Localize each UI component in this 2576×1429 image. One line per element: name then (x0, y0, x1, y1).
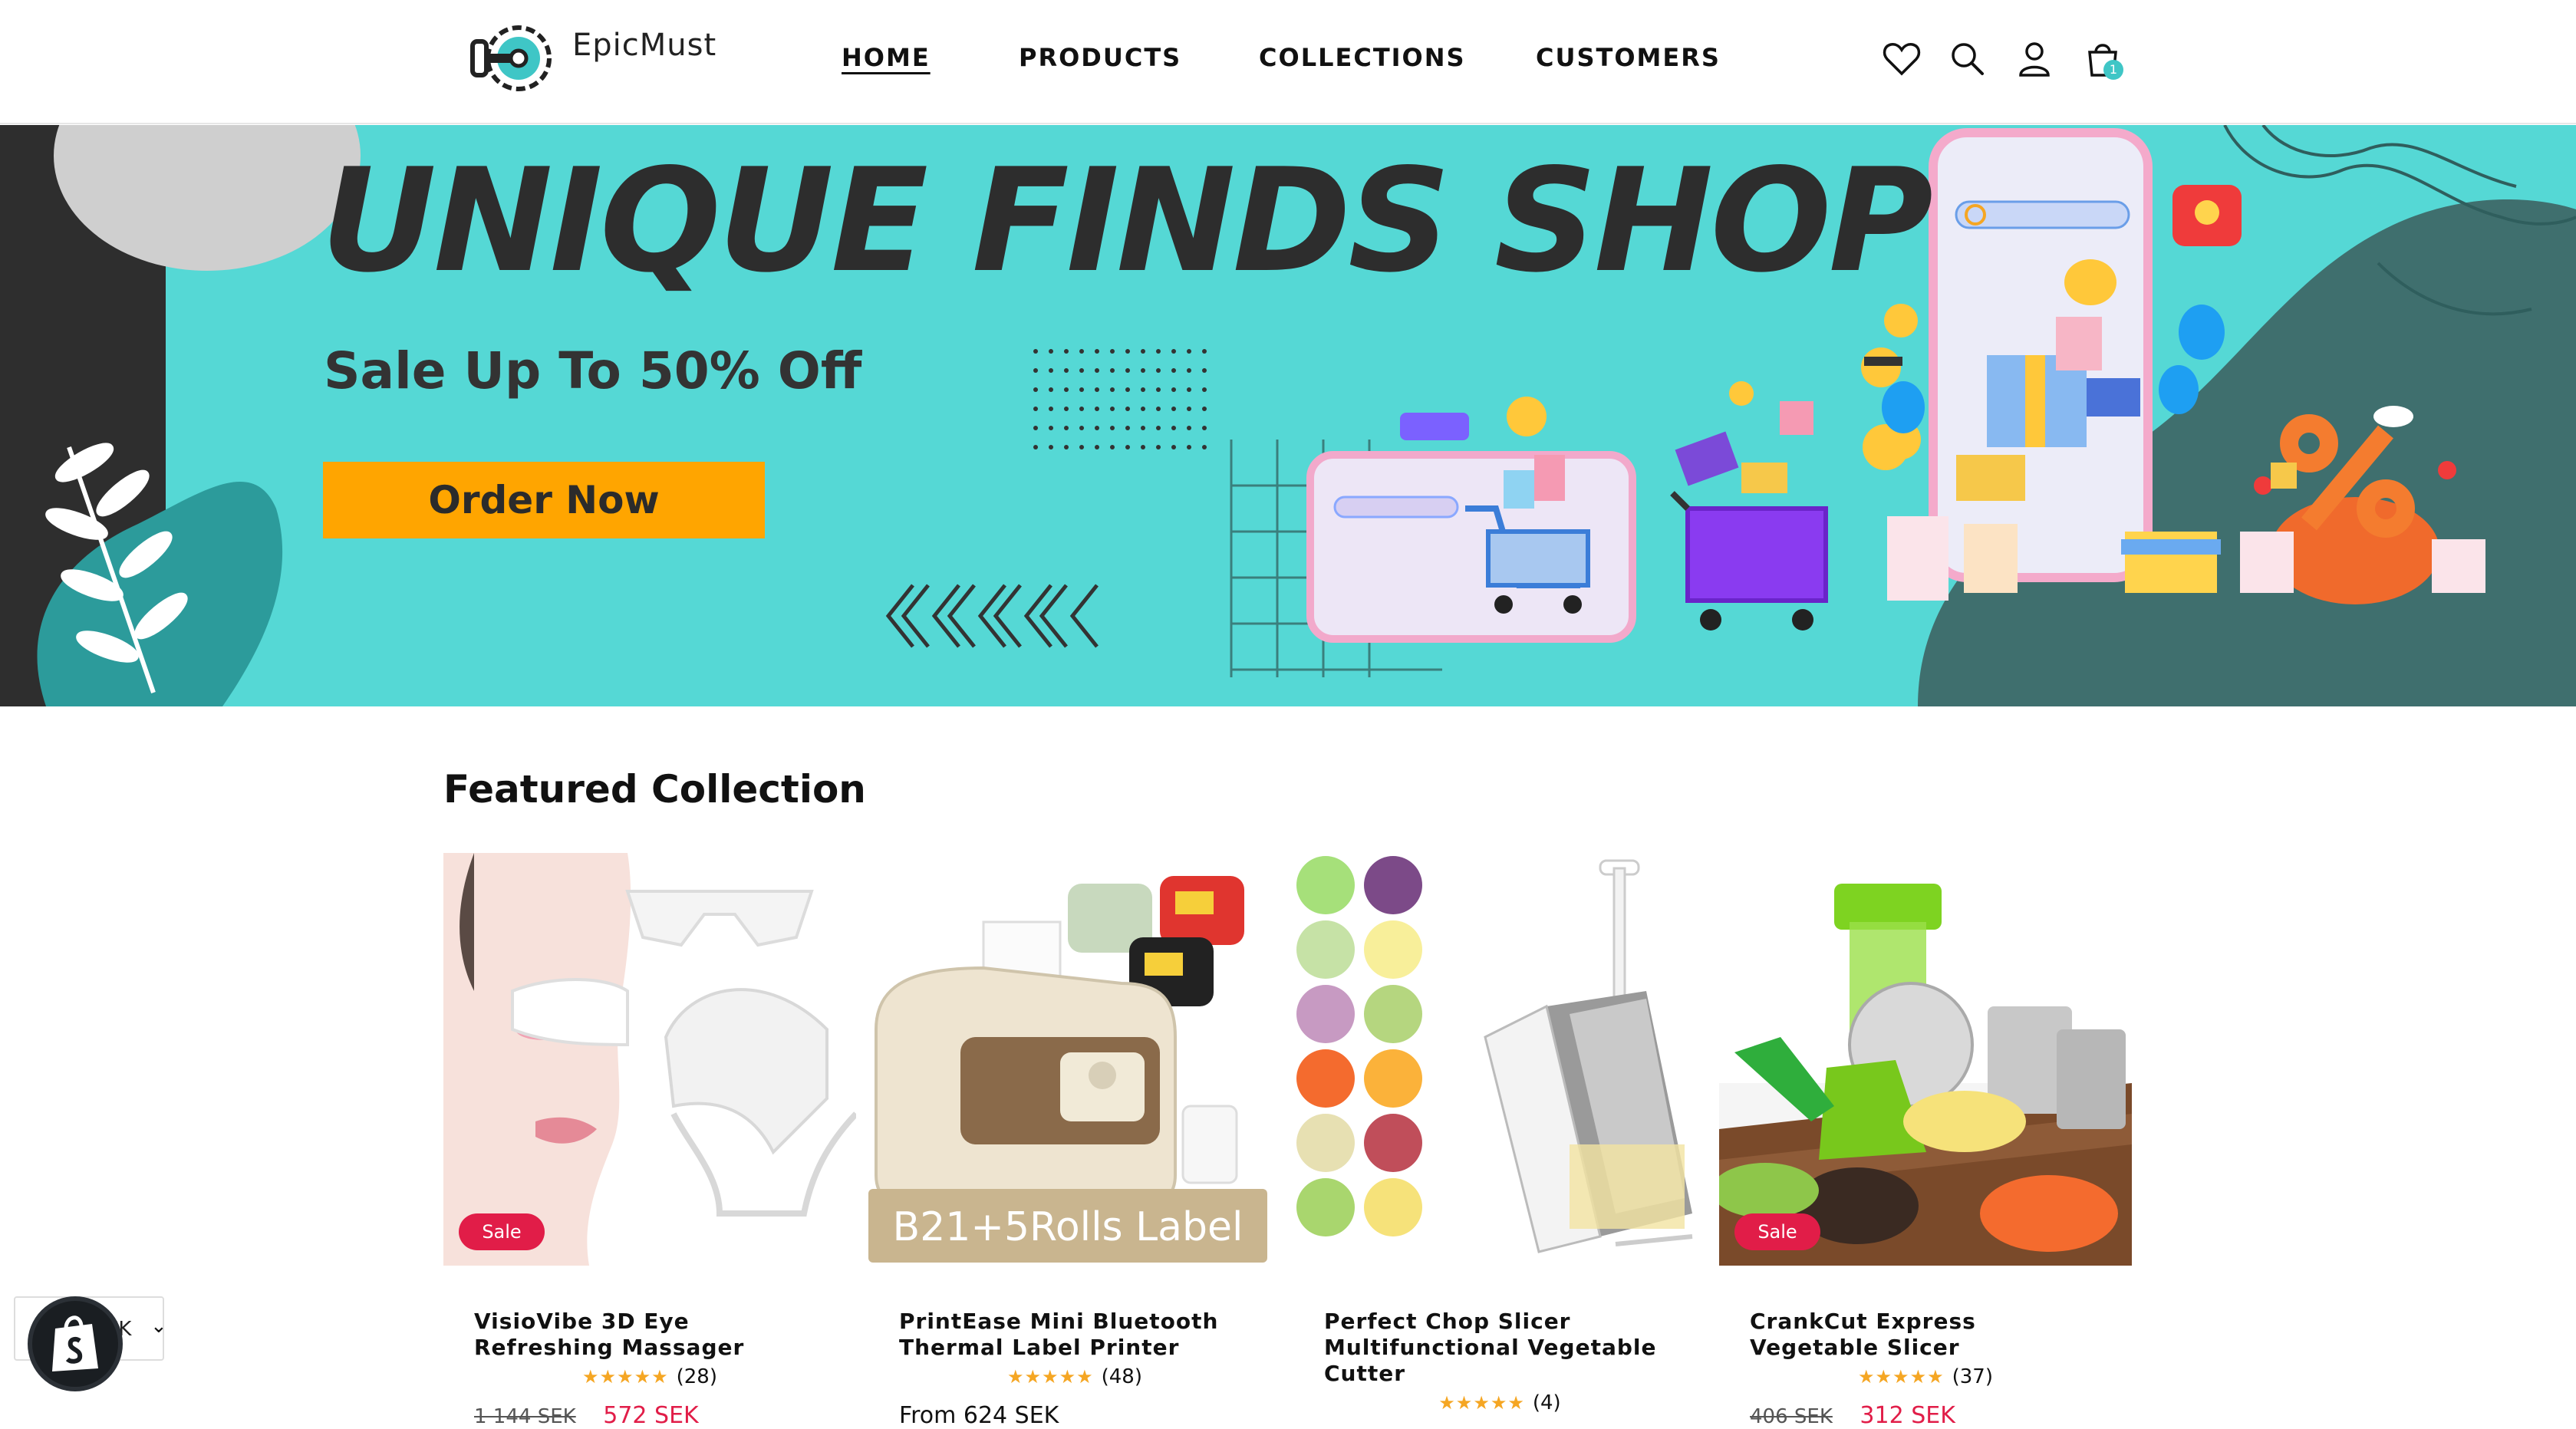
product-rating[interactable]: ★★★★★ (37) (1719, 1365, 2132, 1388)
regular-price: From 624 SEK (899, 1402, 1059, 1429)
logo-text[interactable]: EpicMust (572, 28, 716, 63)
star-rating-icon: ★★★★★ (582, 1366, 669, 1388)
order-now-button[interactable]: Order Now (323, 462, 765, 538)
product-price: 1 144 SEK 572 SEK (474, 1402, 856, 1429)
review-count: (4) (1532, 1391, 1561, 1414)
review-count: (37) (1952, 1365, 1993, 1388)
product-rating[interactable]: ★★★★★ (4) (1293, 1391, 1706, 1414)
heart-icon[interactable] (1881, 38, 1922, 80)
account-icon[interactable] (2014, 38, 2055, 80)
product-price: 406 SEK 312 SEK (1750, 1402, 2132, 1429)
site-header: EpicMust HOME PRODUCTS COLLECTIONS CUSTO… (0, 0, 2576, 124)
shopify-logo-icon (52, 1315, 98, 1371)
label-printer-image: B21+5Rolls Label (868, 853, 1281, 1266)
product-rating[interactable]: ★★★★★ (28) (443, 1365, 856, 1388)
star-rating-icon: ★★★★★ (1007, 1366, 1094, 1388)
compare-at-price: 406 SEK (1750, 1405, 1833, 1428)
nav-collections[interactable]: COLLECTIONS (1259, 43, 1466, 72)
product-image-crankcut[interactable]: Sale (1719, 853, 2132, 1266)
hero-banner[interactable]: UNIQUE FINDS SHOP Sale Up To 50% Off Ord… (0, 125, 2576, 706)
product-title[interactable]: PrintEase Mini Bluetooth Thermal Label P… (899, 1309, 1260, 1361)
chop-slicer-image (1293, 853, 1706, 1266)
cart-count-badge: 1 (2103, 60, 2123, 80)
image-caption: B21+5Rolls Label (893, 1204, 1244, 1250)
nav-products[interactable]: PRODUCTS (1019, 43, 1181, 72)
sale-price: 312 SEK (1860, 1402, 1955, 1429)
review-count: (28) (676, 1365, 717, 1388)
product-card[interactable]: Sale VisioVibe 3D Eye Refreshing Massage… (443, 853, 856, 1429)
product-image-eye-massager[interactable]: Sale (443, 853, 856, 1266)
hero-subtitle: Sale Up To 50% Off (324, 341, 862, 400)
crankcut-slicer-image (1719, 853, 2132, 1266)
review-count: (48) (1101, 1365, 1142, 1388)
search-icon[interactable] (1947, 38, 1988, 80)
compare-at-price: 1 144 SEK (474, 1405, 576, 1428)
product-title[interactable]: CrankCut Express Vegetable Slicer (1750, 1309, 2110, 1361)
chevron-down-icon: ⌄ (150, 1315, 167, 1338)
product-image-chop-slicer[interactable] (1293, 853, 1706, 1266)
nav-customers[interactable]: CUSTOMERS (1536, 43, 1721, 72)
sale-badge: Sale (459, 1213, 545, 1250)
nav-home[interactable]: HOME (842, 43, 931, 72)
sale-badge: Sale (1734, 1213, 1820, 1250)
star-rating-icon: ★★★★★ (1858, 1366, 1945, 1388)
product-price: From 624 SEK (899, 1402, 1281, 1429)
product-title[interactable]: Perfect Chop Slicer Multifunctional Vege… (1324, 1309, 1685, 1387)
eye-massager-image (443, 853, 856, 1266)
featured-collection-title: Featured Collection (443, 767, 866, 812)
product-rating[interactable]: ★★★★★ (48) (868, 1365, 1281, 1388)
sale-price: 572 SEK (603, 1402, 699, 1429)
product-title[interactable]: VisioVibe 3D Eye Refreshing Massager (474, 1309, 835, 1361)
product-card[interactable]: B21+5Rolls Label PrintEase Mini Bluetoot… (868, 853, 1281, 1429)
product-image-label-printer[interactable]: B21+5Rolls Label (868, 853, 1281, 1266)
product-card[interactable]: Perfect Chop Slicer Multifunctional Vege… (1293, 853, 1706, 1414)
shopify-bag-icon[interactable] (28, 1296, 123, 1391)
hero-title: UNIQUE FINDS SHOP (321, 137, 1933, 304)
product-card[interactable]: Sale CrankCut Express Vegetable Slicer ★… (1719, 853, 2132, 1429)
star-rating-icon: ★★★★★ (1438, 1392, 1525, 1414)
